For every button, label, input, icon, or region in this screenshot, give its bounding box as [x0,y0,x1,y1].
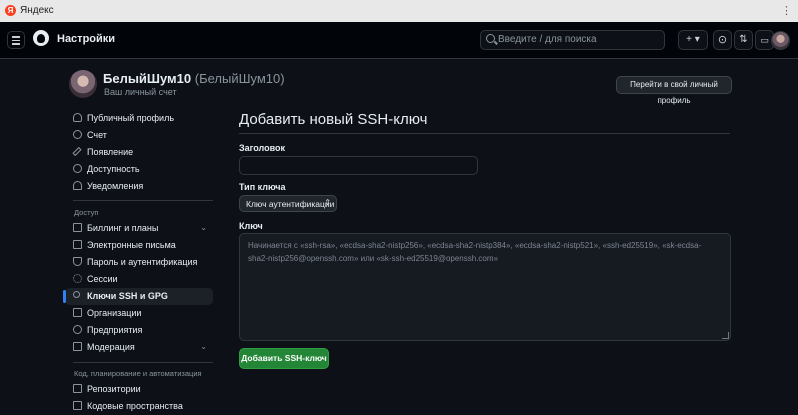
sidebar-divider [73,362,213,363]
go-to-profile-button[interactable]: Перейти в свой личный профиль [616,76,732,105]
sidebar-item-notifications[interactable]: Уведомления [65,178,213,195]
sidebar-item-label: Публичный профиль [87,113,175,123]
shield-lock-icon [73,257,82,266]
sidebar-item-label: Репозитории [87,384,141,394]
bell-icon [73,181,82,190]
form-title: Добавить новый SSH-ключ [239,111,428,128]
sidebar-item-appearance[interactable]: Появление [65,144,213,161]
sidebar-item-label: Организации [87,308,142,318]
sidebar-item-label: Доступность [87,164,140,174]
key-type-value: Ключ аутентификации [246,199,335,209]
globe-icon [73,325,82,334]
browser-title-bar: Я Яндекс ⋮ [0,0,798,22]
sidebar-section-code: Код, планирование и автоматизация [74,369,202,378]
sidebar-item-sessions[interactable]: Сессии [65,271,213,288]
sidebar-item-codespaces[interactable]: Кодовые пространства [65,398,213,415]
sidebar-item-organizations[interactable]: Организации [65,305,213,322]
resize-handle-icon[interactable] [722,332,729,339]
key-textarea[interactable]: Начинается с «ssh-rsa», «ecdsa-sha2-nist… [239,233,731,341]
create-new-button[interactable]: + ▾ [678,30,708,50]
issues-icon[interactable]: ⊙ [713,30,732,50]
search-placeholder: Введите / для поиска [498,34,597,45]
sidebar-item-enterprises[interactable]: Предприятия [65,322,213,339]
sidebar-item-password[interactable]: Пароль и аутентификация [65,254,213,271]
repo-icon [73,384,82,393]
pull-requests-icon[interactable]: ⇅ [734,30,753,50]
sidebar-item-public-profile[interactable]: Публичный профиль [65,110,213,127]
github-header: Настройки Введите / для поиска + ▾ ⊙ ⇅ ▭ [0,22,798,59]
browser-title: Яндекс [20,5,54,16]
sidebar-item-repositories[interactable]: Репозитории [65,381,213,398]
key-icon [73,291,80,298]
profile-subtitle: Ваш личный счет [104,87,177,97]
sidebar-item-label: Появление [87,147,134,157]
chevron-down-icon[interactable]: ⌄ [200,342,207,351]
browser-menu-icon[interactable]: ⋮ [781,4,792,17]
hamburger-menu-icon[interactable] [7,31,25,49]
add-ssh-key-button[interactable]: Добавить SSH-ключ [239,348,329,369]
sidebar-item-moderation[interactable]: Модерация ⌄ [65,339,213,356]
sidebar-item-billing[interactable]: Биллинг и планы ⌄ [65,220,213,237]
sidebar-item-label: Счет [87,130,107,140]
sidebar-item-label: Ключи SSH и GPG [87,291,168,301]
page-title[interactable]: Настройки [57,33,115,45]
profile-display-name: БелыйШум10 [103,71,192,86]
gear-icon [73,130,82,139]
key-type-select[interactable]: Ключ аутентификации ⇕ [239,195,337,212]
codespaces-icon [73,401,82,410]
sidebar-item-label: Сессии [87,274,118,284]
key-field-label: Ключ [239,221,263,231]
search-input[interactable]: Введите / для поиска [480,30,665,50]
sidebar-item-label: Кодовые пространства [87,401,183,411]
accessibility-icon [73,164,82,173]
sidebar-item-label: Уведомления [87,181,144,191]
github-logo-icon[interactable] [33,30,49,46]
sidebar-item-label: Электронные письма [87,240,176,250]
sidebar-item-label: Пароль и аутентификация [87,257,198,267]
profile-name: БелыйШум10 (БелыйШум10) [103,71,285,86]
title-field-label: Заголовок [239,143,286,153]
key-type-label: Тип ключа [239,182,286,192]
sidebar-section-access: Доступ [74,208,99,217]
broadcast-icon [73,274,82,283]
search-icon [486,34,495,43]
sidebar-item-label: Предприятия [87,325,143,335]
person-icon [73,113,82,122]
credit-card-icon [73,223,82,232]
select-arrows-icon: ⇕ [324,198,331,207]
paintbrush-icon [72,146,82,157]
user-avatar[interactable] [771,31,790,50]
sidebar-item-label: Биллинг и планы [87,223,159,233]
profile-login: (БелыйШум10) [194,71,285,86]
sidebar-item-ssh-gpg-keys[interactable]: Ключи SSH и GPG [63,288,213,305]
title-divider [239,133,730,134]
comment-icon [73,342,82,351]
profile-avatar [69,70,97,98]
sidebar-item-accessibility[interactable]: Доступность [65,161,213,178]
table-icon [73,308,82,317]
sidebar-item-account[interactable]: Счет [65,127,213,144]
yandex-logo-icon: Я [5,5,16,16]
key-placeholder: Начинается с «ssh-rsa», «ecdsa-sha2-nist… [248,241,702,263]
title-field[interactable] [239,156,478,175]
sidebar-item-label: Модерация [87,342,135,352]
sidebar-divider [73,200,213,201]
sidebar-item-emails[interactable]: Электронные письма [65,237,213,254]
mail-icon [73,240,82,249]
chevron-down-icon[interactable]: ⌄ [200,223,207,232]
